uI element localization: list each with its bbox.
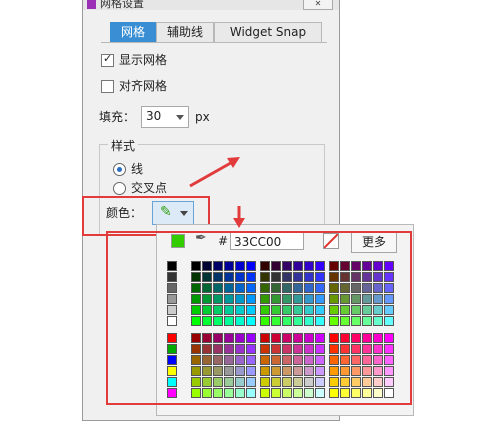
annotation-arrows [189,157,245,228]
annotation-arrow-diagonal [189,157,240,188]
annotation-arrow-down [233,206,245,228]
